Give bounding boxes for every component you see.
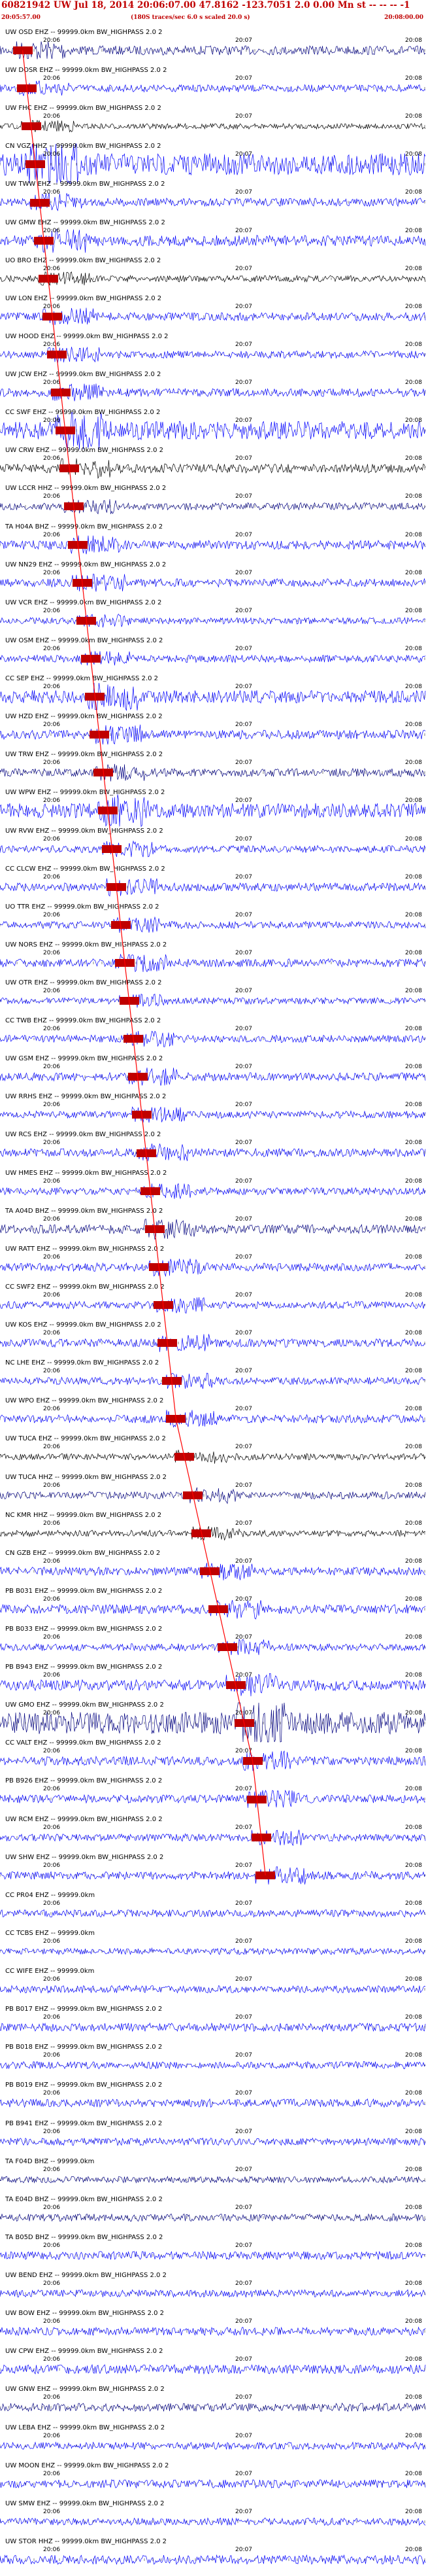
pick-line xyxy=(22,50,266,1875)
page: 60821942 UW Jul 18, 2014 20:06:07.00 47.… xyxy=(0,0,426,2576)
scale-note: (180S traces/sec 6.0 s scaled 20.0 s) xyxy=(131,14,250,21)
seismogram-panel: UW OSD EHZ -- 99999.0km BW_HIGHPASS 2.0 … xyxy=(0,29,426,2576)
end-time: 20:08:00.00 xyxy=(384,14,423,21)
event-header: 60821942 UW Jul 18, 2014 20:06:07.00 47.… xyxy=(0,0,426,29)
start-time: 20:05:57.00 xyxy=(1,14,41,21)
moveout-curve xyxy=(22,50,266,1875)
event-title: 60821942 UW Jul 18, 2014 20:06:07.00 47.… xyxy=(1,0,410,10)
